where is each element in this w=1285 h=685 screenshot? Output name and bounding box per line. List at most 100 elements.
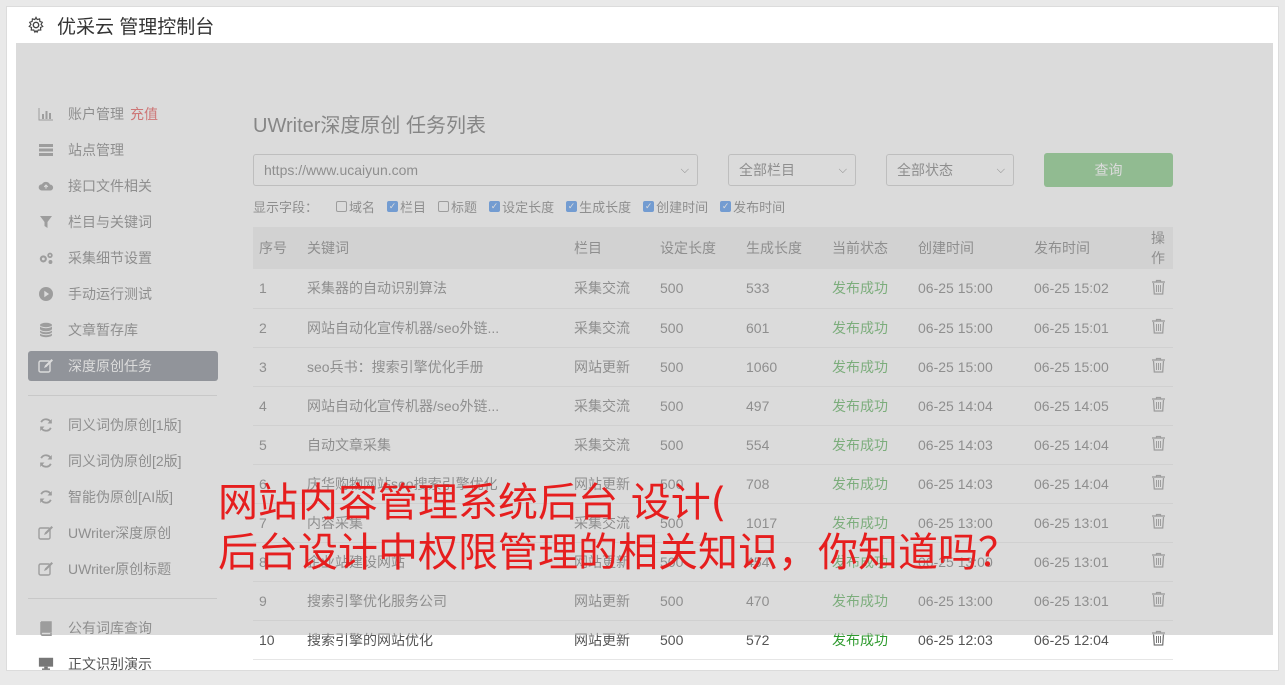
column-select[interactable]: 全部栏目 ⌵ (728, 154, 856, 186)
sidebar-item-article-storage[interactable]: 文章暂存库 (28, 315, 218, 345)
trash-icon[interactable] (1151, 357, 1166, 373)
table-cell[interactable]: 企业站建设网站 (301, 542, 568, 581)
table-cell: 554 (746, 436, 770, 453)
sidebar-item-uwriter-title[interactable]: UWriter原创标题 (28, 554, 218, 584)
field-checkbox[interactable]: ✓ 栏目 (387, 197, 426, 216)
field-checkbox-list: 域名 ✓ 栏目 标题 ✓ 设定长度 ✓ 生成长度 ✓ 创建时间 ✓ 发布时间 (336, 197, 797, 216)
table-cell: 3 (259, 358, 267, 375)
table-cell[interactable]: 自动文章采集 (301, 425, 568, 464)
sidebar-item-label: 账户管理 (68, 106, 124, 122)
trash-icon[interactable] (1151, 591, 1166, 607)
trash-icon[interactable] (1151, 630, 1166, 646)
table-cell: 500 (660, 475, 684, 492)
sidebar-item-interface-files[interactable]: 接口文件相关 (28, 171, 218, 201)
checkbox-checked-icon[interactable]: ✓ (643, 200, 655, 212)
edit-icon (38, 561, 54, 577)
site-select[interactable]: https://www.ucaiyun.com ⌵ (253, 154, 698, 186)
status-select[interactable]: 全部状态 ⌵ (886, 154, 1014, 186)
checkbox-empty-icon[interactable] (438, 200, 450, 212)
field-checkbox[interactable]: 域名 (336, 197, 375, 216)
table-cell: 1017 (746, 514, 778, 531)
table-cell: 06-25 15:00 (918, 358, 993, 375)
sidebar-item-account[interactable]: 账户管理 充值 (28, 99, 218, 129)
table-cell: 500 (660, 358, 684, 375)
column-header[interactable]: 序号 (253, 227, 301, 269)
trash-icon[interactable] (1151, 396, 1166, 412)
trash-icon[interactable] (1151, 552, 1166, 568)
column-header[interactable]: 栏目 (568, 227, 654, 269)
sidebar-item-text-recognition[interactable]: 正文识别演示 (28, 649, 218, 679)
table-cell[interactable]: 网站自动化宣传机器/seo外链... (301, 308, 568, 347)
trash-icon[interactable] (1151, 513, 1166, 529)
column-header[interactable]: 关键词 (301, 227, 568, 269)
table-row: 2 网站自动化宣传机器/seo外链... 采集交流 500 601 发布成功 06-25 1… (253, 308, 1173, 347)
table-cell: 1 (259, 280, 267, 297)
sidebar-item-synonym-v2[interactable]: 同义词伪原创[2版] (28, 446, 218, 476)
sidebar-item-label: UWriter原创标题 (68, 561, 172, 577)
main-content: UWriter深度原创 任务列表 https://www.ucaiyun.com… (253, 99, 1173, 660)
table-cell: 采集交流 (574, 280, 630, 297)
column-header[interactable]: 生成长度 (740, 227, 826, 269)
sidebar-item-sites[interactable]: 站点管理 (28, 135, 218, 165)
sidebar-item-label: 同义词伪原创[2版] (68, 453, 182, 469)
action-cell (1145, 620, 1173, 659)
field-checkbox[interactable]: ✓ 创建时间 (643, 197, 708, 216)
field-checkbox[interactable]: ✓ 发布时间 (720, 197, 785, 216)
sidebar-item-synonym-v1[interactable]: 同义词伪原创[1版] (28, 410, 218, 440)
table-cell: 网站更新 (574, 358, 630, 375)
table-cell[interactable]: seo兵书：搜索引擎优化手册 (301, 347, 568, 386)
sidebar-item-deep-original-tasks[interactable]: 深度原创任务 (28, 351, 218, 381)
checkbox-checked-icon[interactable]: ✓ (489, 200, 501, 212)
table-cell: 4 (259, 397, 267, 414)
gears-icon (38, 250, 54, 266)
app-title: 优采云 管理控制台 (57, 16, 215, 38)
table-cell[interactable]: 采集器的自动识别算法 (301, 269, 568, 308)
trash-icon[interactable] (1151, 318, 1166, 334)
checkbox-empty-icon[interactable] (336, 200, 348, 212)
cloud-upload-icon (38, 178, 54, 194)
column-header[interactable]: 发布时间 (1028, 227, 1145, 269)
table-cell[interactable]: 搜索引擎的网站优化 (301, 620, 568, 659)
table-cell[interactable]: 搜索引擎优化服务公司 (301, 581, 568, 620)
sidebar-item-label: 深度原创任务 (68, 358, 152, 374)
recharge-link[interactable]: 充值 (130, 104, 158, 124)
table-cell: 500 (660, 436, 684, 453)
column-header[interactable]: 设定长度 (654, 227, 740, 269)
checkbox-checked-icon[interactable]: ✓ (566, 200, 578, 212)
field-checkbox[interactable]: ✓ 生成长度 (566, 197, 631, 216)
sidebar-item-columns-keywords[interactable]: 栏目与关键词 (28, 207, 218, 237)
field-checkbox[interactable]: 标题 (438, 197, 477, 216)
column-header[interactable]: 当前状态 (826, 227, 912, 269)
table-cell: 572 (746, 631, 770, 648)
sidebar-item-uwriter-deep[interactable]: UWriter深度原创 (28, 518, 218, 548)
table-cell: 网站更新 (574, 553, 630, 570)
field-checkbox[interactable]: ✓ 设定长度 (489, 197, 554, 216)
play-icon (38, 286, 54, 302)
trash-icon[interactable] (1151, 474, 1166, 490)
table-cell[interactable]: 网站自动化宣传机器/seo外链... (301, 386, 568, 425)
table-cell: 06-25 14:04 (1034, 475, 1109, 492)
table-cell: 采集交流 (574, 436, 630, 453)
table-cell: 500 (660, 319, 684, 336)
trash-icon[interactable] (1151, 435, 1166, 451)
status-select-value: 全部状态 (897, 162, 953, 178)
table-cell[interactable]: 内容采集 (301, 503, 568, 542)
sidebar: 账户管理 充值 站点管理 接口文件相关 栏目与关键词 采集细节设置 手动运行测试… (28, 99, 218, 685)
sidebar-item-label: 栏目与关键词 (68, 214, 152, 230)
sidebar-item-manual-run[interactable]: 手动运行测试 (28, 279, 218, 309)
column-header[interactable]: 创建时间 (912, 227, 1028, 269)
sidebar-item-public-lexicon[interactable]: 公有词库查询 (28, 613, 218, 643)
table-cell: 708 (746, 475, 770, 492)
table-cell[interactable]: 庆华购物网站seo搜索引擎优化 (301, 464, 568, 503)
checkbox-checked-icon[interactable]: ✓ (720, 200, 732, 212)
query-button[interactable]: 查询 (1044, 153, 1173, 187)
table-row: 6 庆华购物网站seo搜索引擎优化 网站更新 500 708 发布成功 06-25 14:0… (253, 464, 1173, 503)
gear-icon[interactable] (27, 16, 45, 34)
field-checkbox-label: 域名 (349, 199, 376, 215)
trash-icon[interactable] (1151, 279, 1166, 295)
sidebar-item-collect-settings[interactable]: 采集细节设置 (28, 243, 218, 273)
table-cell: 06-25 14:05 (1034, 397, 1109, 414)
checkbox-checked-icon[interactable]: ✓ (387, 200, 399, 212)
sidebar-item-smart-ai[interactable]: 智能伪原创[AI版] (28, 482, 218, 512)
table-cell: 454 (746, 553, 770, 570)
